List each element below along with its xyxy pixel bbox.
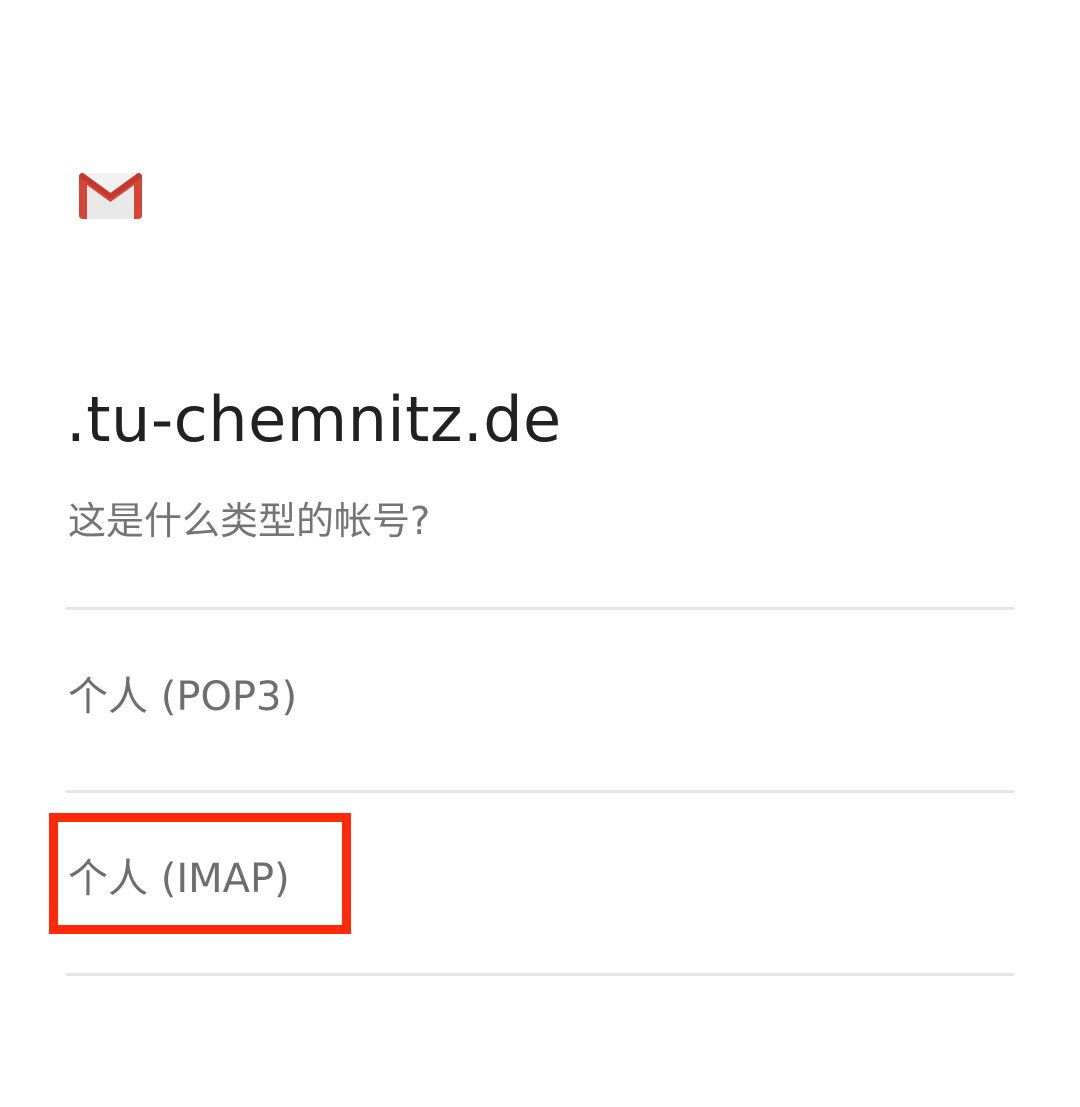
option-label: 个人 (POP3) — [68, 674, 298, 720]
highlight-box — [49, 813, 351, 934]
account-type-question: 这是什么类型的帐号? — [68, 499, 431, 543]
account-domain-title: .tu-chemnitz.de — [66, 383, 562, 456]
option-personal-pop3[interactable]: 个人 (POP3) — [66, 610, 1014, 790]
gmail-icon — [79, 173, 142, 219]
divider — [66, 973, 1014, 976]
